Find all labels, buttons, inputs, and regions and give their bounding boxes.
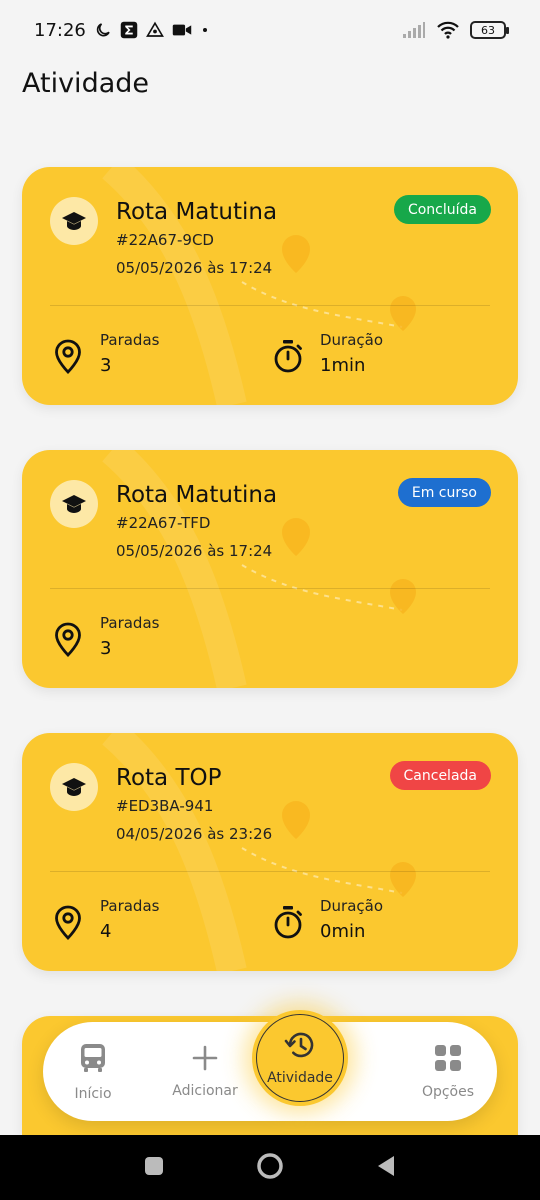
status-time: 17:26 bbox=[34, 19, 86, 41]
stops-value: 3 bbox=[100, 638, 112, 659]
graduation-cap-icon bbox=[50, 197, 98, 245]
plus-icon bbox=[192, 1045, 218, 1075]
stopwatch-icon bbox=[272, 337, 304, 377]
stopwatch-icon bbox=[272, 903, 304, 943]
nav-label: Início bbox=[74, 1085, 112, 1102]
sigma-app-icon bbox=[120, 21, 138, 39]
duration-stat: Duração 0min bbox=[272, 897, 383, 943]
location-pin-icon bbox=[52, 337, 84, 377]
location-pin-icon bbox=[52, 620, 84, 660]
recents-button[interactable] bbox=[144, 1156, 164, 1180]
divider bbox=[50, 305, 490, 306]
triangle-app-icon bbox=[145, 21, 164, 39]
battery-indicator: 63 bbox=[470, 21, 509, 39]
status-bar: 17:26 63 bbox=[0, 0, 540, 60]
status-badge: Concluída bbox=[393, 195, 491, 224]
duration-label: Duração bbox=[320, 331, 384, 349]
route-code: #ED3BA-941 bbox=[116, 797, 214, 815]
bus-icon bbox=[79, 1042, 107, 1078]
nav-label: Opções bbox=[421, 1083, 475, 1100]
system-navigation-bar bbox=[0, 1135, 540, 1200]
duration-label: Duração bbox=[320, 897, 384, 915]
nav-label: Adicionar bbox=[172, 1082, 238, 1099]
page-title: Atividade bbox=[22, 68, 149, 99]
stops-label: Paradas bbox=[100, 897, 160, 915]
video-camera-icon bbox=[172, 21, 192, 39]
graduation-cap-icon bbox=[50, 763, 98, 811]
route-name: Rota Matutina bbox=[116, 482, 278, 508]
route-code: #22A67-9CD bbox=[116, 231, 214, 249]
route-date: 04/05/2026 às 23:26 bbox=[116, 825, 273, 843]
activity-card[interactable]: Rota TOP #ED3BA-941 04/05/2026 às 23:26 … bbox=[22, 733, 518, 971]
stops-label: Paradas bbox=[100, 331, 160, 349]
stops-stat: Paradas 3 bbox=[52, 614, 159, 660]
stops-stat: Paradas 4 bbox=[52, 897, 159, 943]
stops-value: 3 bbox=[100, 355, 112, 376]
route-date: 05/05/2026 às 17:24 bbox=[116, 259, 273, 277]
activity-card[interactable]: Rota Matutina #22A67-TFD 05/05/2026 às 1… bbox=[22, 450, 518, 688]
divider bbox=[50, 871, 490, 872]
route-name: Rota TOP bbox=[116, 765, 222, 791]
stops-label: Paradas bbox=[100, 614, 160, 632]
location-pin-icon bbox=[52, 903, 84, 943]
nav-item-atividade[interactable]: Atividade bbox=[252, 1010, 348, 1106]
activity-card[interactable]: Rota Matutina #22A67-9CD 05/05/2026 às 1… bbox=[22, 167, 518, 405]
duration-stat: Duração 1min bbox=[272, 331, 383, 377]
grid-icon bbox=[434, 1044, 462, 1076]
graduation-cap-icon bbox=[50, 480, 98, 528]
stops-value: 4 bbox=[100, 921, 112, 942]
back-button[interactable] bbox=[376, 1155, 396, 1181]
nav-item-opcoes[interactable]: Opções bbox=[398, 1022, 498, 1121]
route-code: #22A67-TFD bbox=[116, 514, 211, 532]
stops-stat: Paradas 3 bbox=[52, 331, 159, 377]
wifi-icon bbox=[436, 20, 460, 40]
home-button[interactable] bbox=[256, 1152, 284, 1184]
nav-item-adicionar[interactable]: Adicionar bbox=[155, 1022, 255, 1121]
active-ring bbox=[256, 1014, 344, 1102]
status-badge: Cancelada bbox=[389, 761, 491, 790]
moon-icon bbox=[94, 21, 112, 39]
signal-icon bbox=[402, 21, 426, 39]
route-name: Rota Matutina bbox=[116, 199, 278, 225]
status-badge: Em curso bbox=[397, 478, 491, 507]
duration-value: 1min bbox=[320, 355, 366, 376]
notification-dot-icon bbox=[200, 25, 210, 35]
divider bbox=[50, 588, 490, 589]
route-date: 05/05/2026 às 17:24 bbox=[116, 542, 273, 560]
duration-value: 0min bbox=[320, 921, 366, 942]
nav-item-inicio[interactable]: Início bbox=[43, 1022, 143, 1121]
